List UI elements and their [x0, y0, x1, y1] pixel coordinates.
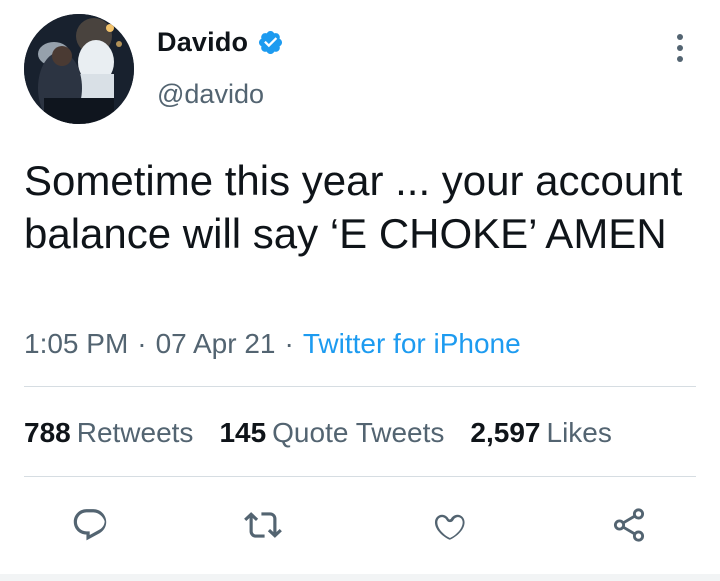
meta-separator-2: · — [284, 328, 294, 359]
meta-separator: · — [137, 328, 147, 359]
like-button[interactable] — [425, 500, 475, 550]
tweet-date: 07 Apr 21 — [155, 328, 276, 359]
likes-label: Likes — [546, 417, 612, 448]
quotes-stat[interactable]: 145 Quote Tweets — [219, 417, 444, 449]
tweet-meta: 1:05 PM · 07 Apr 21 · Twitter for iPhone — [24, 328, 521, 360]
share-icon — [613, 508, 645, 542]
divider — [24, 476, 696, 477]
user-name-row[interactable]: Davido — [157, 27, 284, 58]
tweet-source-link[interactable]: Twitter for iPhone — [303, 328, 521, 359]
tweet-stats: 788 Retweets 145 Quote Tweets 2,597 Likes — [24, 417, 638, 449]
verified-badge-icon — [257, 29, 284, 56]
display-name[interactable]: Davido — [157, 27, 248, 58]
retweet-icon — [244, 512, 282, 538]
quotes-label: Quote Tweets — [272, 417, 445, 448]
reply-button[interactable] — [65, 500, 115, 550]
likes-stat[interactable]: 2,597 Likes — [470, 417, 611, 449]
more-options-icon[interactable] — [670, 30, 690, 66]
avatar-image — [24, 14, 134, 124]
likes-count: 2,597 — [470, 417, 541, 448]
retweets-stat[interactable]: 788 Retweets — [24, 417, 193, 449]
tweet-text: Sometime this year ... your account bala… — [24, 157, 683, 257]
retweets-label: Retweets — [76, 417, 194, 448]
bottom-edge — [0, 574, 720, 581]
reply-icon — [73, 509, 107, 541]
avatar[interactable] — [24, 14, 134, 124]
tweet-time: 1:05 PM — [24, 328, 129, 359]
quotes-count: 145 — [219, 417, 267, 448]
share-button[interactable] — [604, 500, 654, 550]
retweet-button[interactable] — [238, 500, 288, 550]
action-bar — [0, 500, 720, 550]
retweets-count: 788 — [24, 417, 71, 448]
like-icon — [434, 514, 465, 540]
user-handle[interactable]: @davido — [157, 79, 264, 110]
divider — [24, 386, 696, 387]
